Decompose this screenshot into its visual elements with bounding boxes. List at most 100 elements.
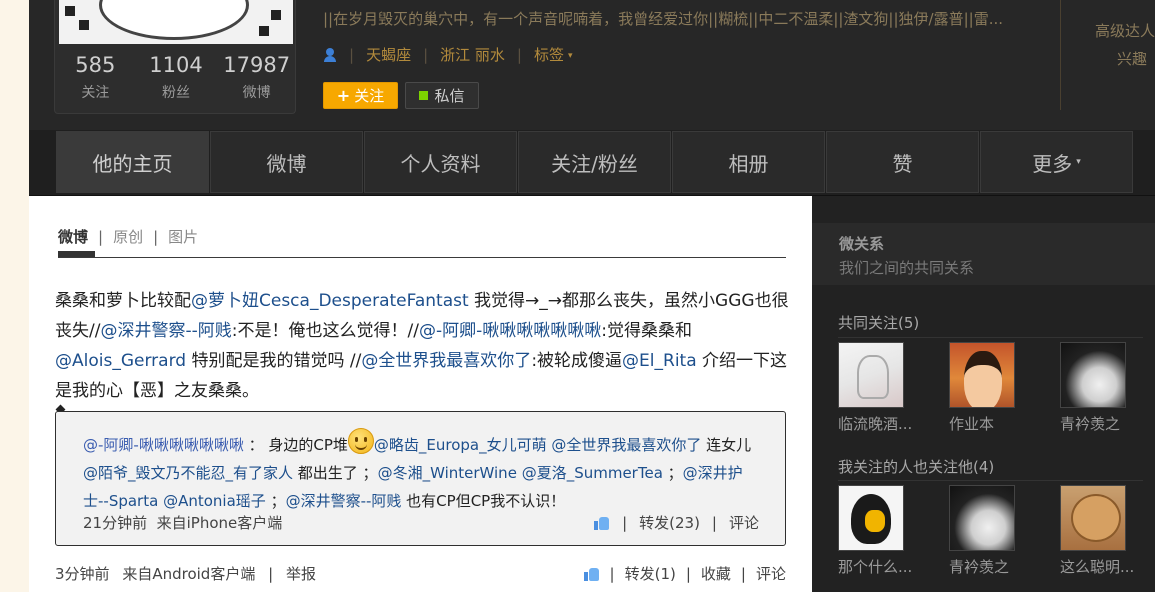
common-follow-count: (5): [898, 314, 920, 332]
message-button[interactable]: 私信: [405, 82, 479, 109]
repost-link[interactable]: 转发(1): [625, 563, 676, 584]
follow-button[interactable]: + 关注: [323, 82, 398, 109]
followers-number: 1104: [149, 53, 203, 77]
relationship-sidebar: 微关系 我们之间的共同关系 共同关注(5) 临流晚酒... 作业本 青衿羡之 我…: [812, 196, 1155, 592]
message-label: 私信: [434, 87, 465, 105]
profile-meta: | 天蝎座 | 浙江 丽水 | 标签 ▾: [323, 44, 573, 65]
tab-likes[interactable]: 赞: [826, 131, 979, 193]
user-avatar: [838, 342, 904, 408]
profile-nav: 他的主页 微博 个人资料 关注/粉丝 相册 赞 更多 ▾: [29, 130, 1155, 196]
quoted-repost-link[interactable]: 转发(23): [639, 512, 700, 533]
subtab-original[interactable]: 原创: [113, 226, 143, 247]
tags-dropdown[interactable]: 标签 ▾: [534, 44, 573, 65]
tab-more[interactable]: 更多 ▾: [980, 131, 1133, 193]
weibo-number: 17987: [223, 53, 291, 77]
user-card[interactable]: 那个什么...: [838, 485, 913, 577]
user-name: 作业本: [949, 415, 995, 433]
user-card[interactable]: 青衿羡之: [949, 485, 1019, 577]
avatar-card: 585 关注 1104 粉丝 17987 微博: [54, 0, 296, 114]
quoted-intro: ： 身边的CP堆: [243, 436, 348, 454]
report-link[interactable]: 举报: [286, 565, 316, 583]
post-text-segment: 都出生了 ；: [293, 464, 378, 482]
user-avatar: [1060, 342, 1126, 408]
feed-subtabs: 微博 | 原创 | 图片: [58, 226, 199, 247]
mention-link[interactable]: @深井警察--阿贱: [100, 321, 231, 341]
post-text-segment: :被轮成傻逼: [531, 351, 623, 371]
post-text-segment: 也有CP但CP我不认识！: [401, 492, 566, 510]
section-divider: [838, 337, 1143, 338]
followers-count[interactable]: 1104 粉丝: [136, 50, 217, 106]
quoted-comment-link[interactable]: 评论: [729, 512, 759, 533]
following-label: 关注: [81, 85, 110, 101]
badge-subtitle: 兴趣: [1117, 50, 1148, 68]
profile-header: 585 关注 1104 粉丝 17987 微博 ||在岁月毁灭的巢穴中，有一个声…: [29, 0, 1155, 130]
mention-link[interactable]: @全世界我最喜欢你了: [551, 436, 701, 454]
subtab-weibo[interactable]: 微博: [58, 226, 88, 247]
mention-link[interactable]: @-阿卿-啾啾啾啾啾啾啾: [419, 321, 601, 341]
user-card[interactable]: 作业本: [949, 342, 1019, 434]
mention-link[interactable]: @夏洛_SummerTea: [522, 464, 663, 482]
quoted-author[interactable]: @-阿卿-啾啾啾啾啾啾啾: [83, 436, 244, 454]
tab-album[interactable]: 相册: [672, 131, 825, 193]
also-follow-label: 我关注的人也关注他: [838, 458, 974, 476]
post-text-segment: ；: [662, 464, 683, 482]
profile-counts: 585 关注 1104 粉丝 17987 微博: [55, 50, 297, 106]
tab-profile-info[interactable]: 个人资料: [364, 131, 517, 193]
tab-weibo[interactable]: 微博: [210, 131, 363, 193]
follow-label: 关注: [354, 87, 385, 105]
message-icon: [419, 91, 429, 100]
user-name: 那个什么...: [838, 558, 913, 576]
mention-link[interactable]: @略齿_Europa_女儿可萌: [374, 436, 547, 454]
following-count[interactable]: 585 关注: [55, 50, 136, 106]
user-avatar: [838, 485, 904, 551]
subtab-divider: [58, 257, 786, 258]
subtab-pictures[interactable]: 图片: [168, 226, 198, 247]
mention-link[interactable]: @深井警察--阿贱: [286, 492, 402, 510]
caret-down-icon: ▾: [1076, 157, 1081, 167]
mention-link[interactable]: @陌爷_毁文乃不能忍_有了家人: [83, 464, 293, 482]
smiley-icon: [347, 428, 374, 454]
quoted-post-meta: 21分钟前 来自iPhone客户端: [83, 512, 282, 533]
feed-main: 微博 | 原创 | 图片 桑桑和萝卜比较配@萝卜妞Cesca_Desperate…: [29, 196, 812, 592]
user-card[interactable]: 这么聪明...: [1060, 485, 1134, 577]
section-divider: [838, 480, 1143, 481]
user-card[interactable]: 青衿羡之: [1060, 342, 1130, 434]
followers-label: 粉丝: [162, 85, 190, 101]
tab-home[interactable]: 他的主页: [56, 131, 209, 193]
post-actions: | 转发(1) | 收藏 | 评论: [583, 563, 786, 584]
mention-link[interactable]: @Antonia瑶子: [163, 492, 266, 510]
common-follow-title[interactable]: 共同关注(5): [838, 312, 919, 333]
mention-link[interactable]: @冬湘_WinterWine: [378, 464, 517, 482]
like-icon[interactable]: [594, 515, 610, 531]
favorite-link[interactable]: 收藏: [701, 563, 731, 584]
like-icon[interactable]: [583, 566, 600, 582]
user-name: 青衿羡之: [949, 558, 1010, 576]
caret-down-icon: ▾: [568, 50, 573, 61]
badge-title[interactable]: 高级达人: [1095, 20, 1155, 41]
quoted-post-text: @-阿卿-啾啾啾啾啾啾啾 ： 身边的CP堆 @略齿_Europa_女儿可萌 @全世…: [83, 428, 763, 515]
location: 浙江 丽水: [440, 46, 505, 64]
post-text-segment: 连女儿: [701, 436, 752, 454]
post-text-segment: 桑桑和萝卜比较配: [55, 291, 191, 311]
tab-more-label: 更多: [1032, 151, 1073, 176]
quoted-time[interactable]: 21分钟前: [83, 514, 147, 532]
post-source[interactable]: 来自Android客户端: [122, 565, 255, 583]
user-card[interactable]: 临流晚酒...: [838, 342, 913, 434]
mention-link[interactable]: @萝卜妞Cesca_DesperateFantast: [191, 291, 469, 311]
mention-link[interactable]: @Alois_Gerrard: [55, 351, 186, 371]
tags-label: 标签: [533, 46, 564, 64]
post-time[interactable]: 3分钟前: [55, 565, 110, 583]
tab-follow-fans[interactable]: 关注/粉丝: [518, 131, 671, 193]
user-name: 临流晚酒...: [838, 415, 913, 433]
avatar[interactable]: [59, 0, 293, 44]
comment-link[interactable]: 评论: [756, 563, 786, 584]
zodiac: 天蝎座: [366, 46, 412, 64]
post-meta: 3分钟前 来自Android客户端 | 举报: [55, 565, 316, 583]
sidebar-title: 微关系: [839, 235, 885, 253]
quoted-source[interactable]: 来自iPhone客户端: [157, 514, 283, 532]
weibo-count[interactable]: 17987 微博: [216, 50, 297, 106]
also-follow-title[interactable]: 我关注的人也关注他(4): [838, 456, 994, 477]
mention-link[interactable]: @全世界我最喜欢你了: [361, 351, 531, 371]
mention-link[interactable]: @El_Rita: [622, 351, 697, 371]
following-number: 585: [75, 53, 116, 77]
